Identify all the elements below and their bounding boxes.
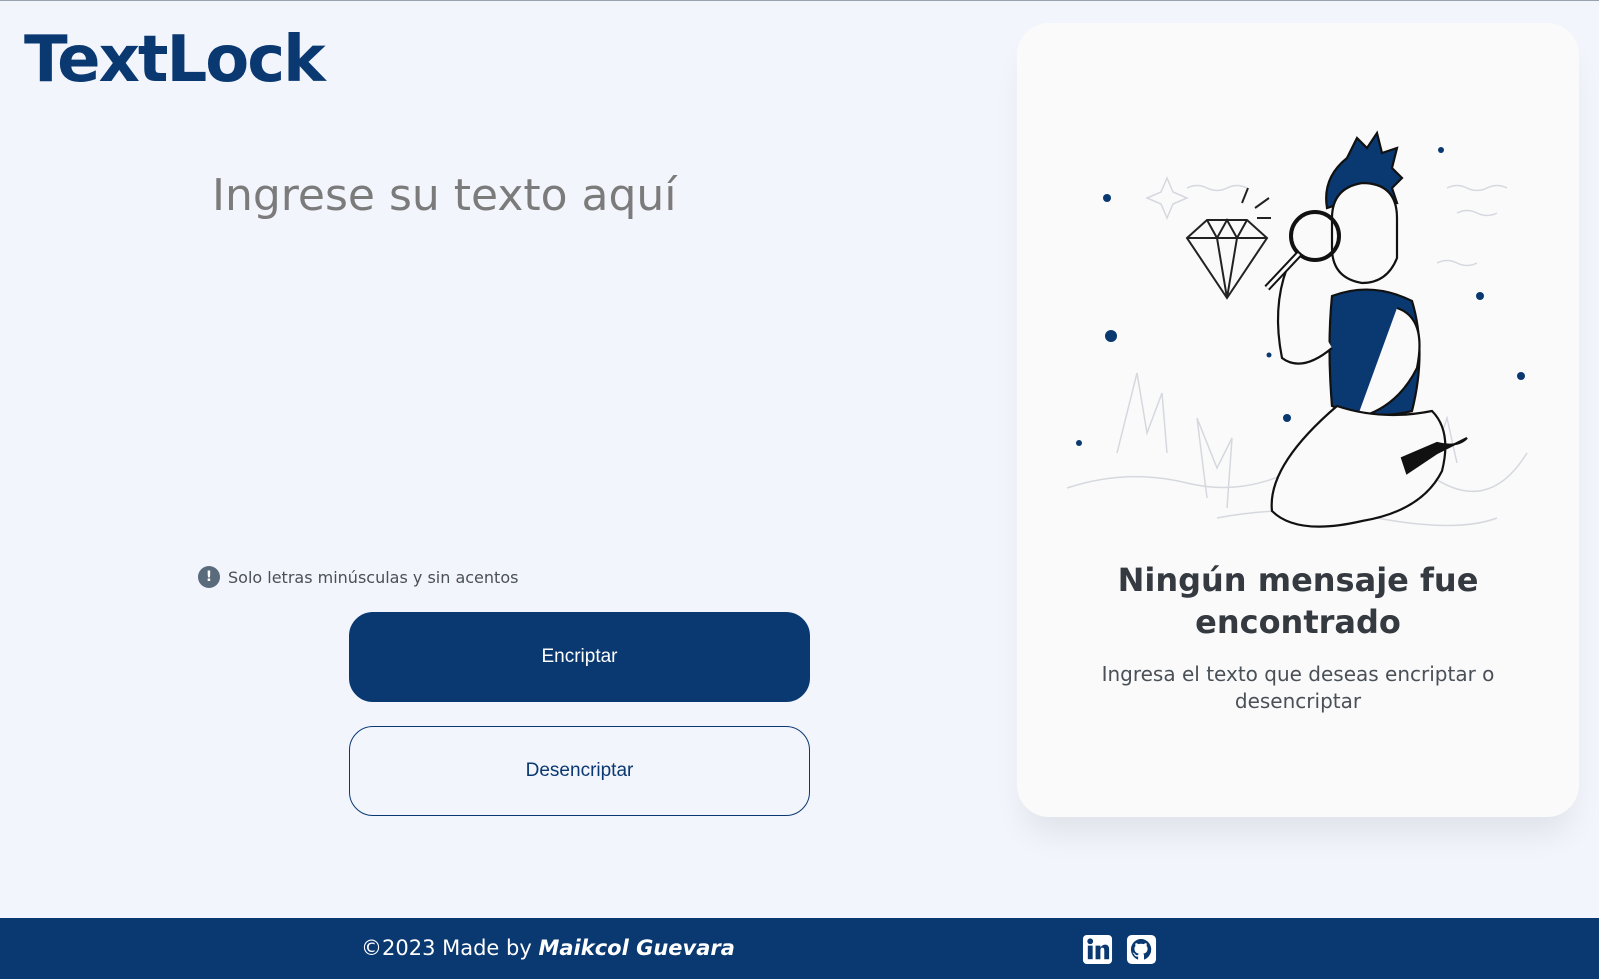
input-hint: ! Solo letras minúsculas y sin acentos bbox=[198, 566, 518, 588]
search-illustration bbox=[1066, 130, 1528, 528]
logo[interactable]: TextLock bbox=[24, 23, 326, 98]
encrypt-button[interactable]: Encriptar bbox=[349, 612, 810, 702]
empty-state-description: Ingresa el texto que deseas encriptar o … bbox=[1101, 662, 1495, 713]
hint-text: Solo letras minúsculas y sin acentos bbox=[228, 567, 519, 587]
exclamation-icon: ! bbox=[198, 566, 220, 588]
input-textarea[interactable] bbox=[212, 170, 912, 530]
decrypt-button[interactable]: Desencriptar bbox=[349, 726, 810, 816]
page: TextLock ! Solo letras minúsculas y sin … bbox=[0, 0, 1599, 979]
copyright: ©2023 Made by Maikcol Guevara bbox=[361, 936, 735, 960]
author-name: Maikcol Guevara bbox=[538, 936, 735, 960]
github-icon[interactable] bbox=[1126, 934, 1157, 965]
top-divider bbox=[0, 0, 1599, 1]
linkedin-icon[interactable] bbox=[1082, 934, 1113, 965]
result-panel: Ningún mensaje fue encontrado Ingresa el… bbox=[1017, 23, 1579, 817]
empty-state-title: Ningún mensaje fue encontrado bbox=[1117, 561, 1479, 641]
footer: ©2023 Made by Maikcol Guevara bbox=[0, 918, 1599, 979]
copyright-prefix: ©2023 Made by bbox=[361, 936, 532, 960]
